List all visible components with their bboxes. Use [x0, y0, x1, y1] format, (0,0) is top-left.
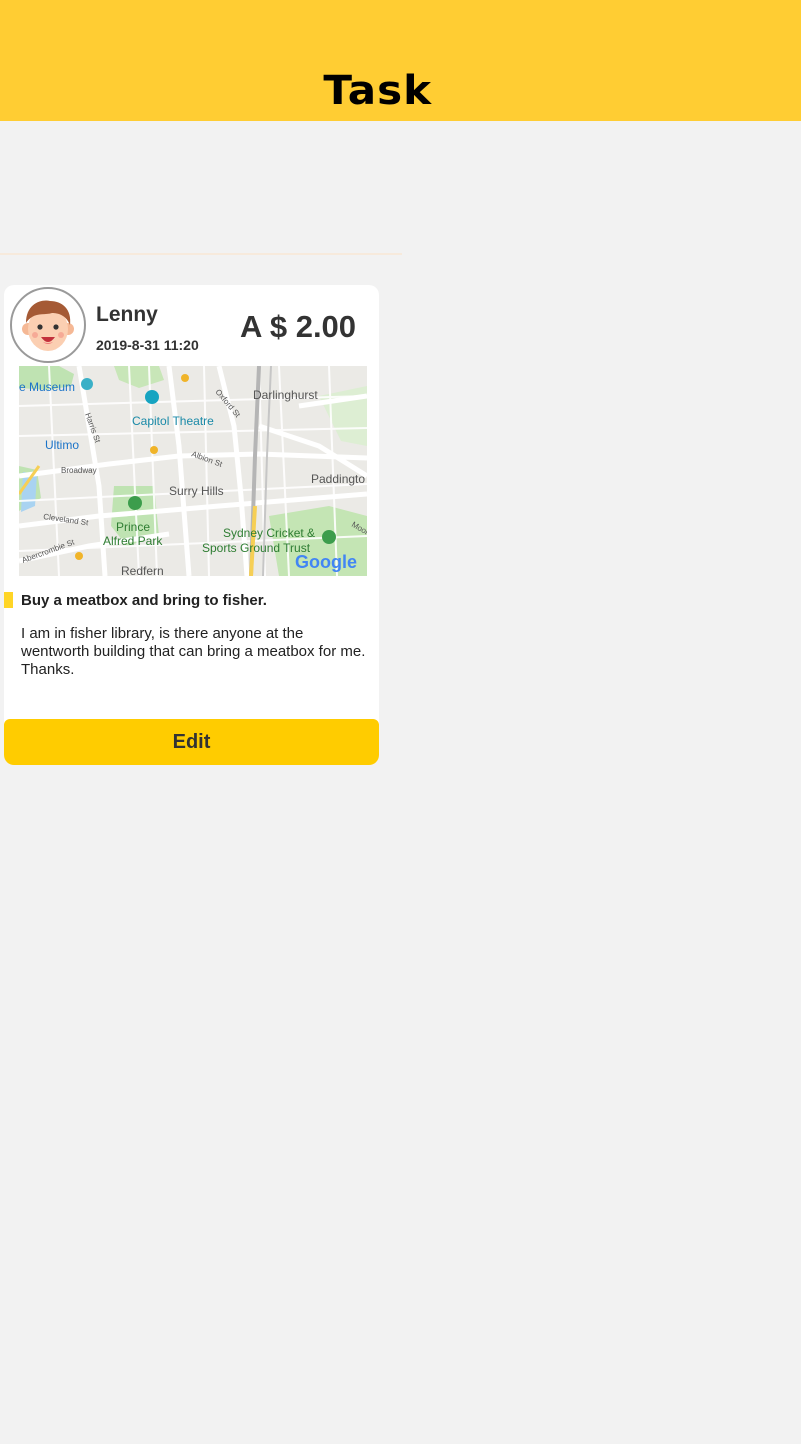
task-timestamp: 2019-8-31 11:20	[96, 337, 199, 353]
map-label-museum: e Museum	[19, 380, 75, 394]
task-card[interactable]: Lenny 2019-8-31 11:20 A $ 2.00 e Museum …	[4, 285, 379, 765]
map-label-surry-hills: Surry Hills	[169, 484, 224, 498]
divider	[0, 253, 402, 255]
map-label-sydney-cricket: Sydney Cricket &	[223, 526, 315, 540]
map-label-prince: Prince	[116, 520, 150, 534]
task-description: I am in fisher library, is there anyone …	[21, 625, 366, 678]
page-title-text: Task	[323, 68, 433, 114]
map-label-alfred-park: Alfred Park	[103, 534, 163, 548]
task-price: A $ 2.00	[240, 309, 357, 344]
map-label-paddington: Paddingto	[311, 472, 365, 486]
user-name: Lenny	[96, 303, 158, 326]
edit-button[interactable]: Edit	[4, 719, 379, 765]
task-location-map[interactable]: e Museum Darlinghurst Capitol Theatre Ox…	[19, 366, 367, 576]
map-label-ultimo: Ultimo	[45, 438, 79, 452]
page-title: Task	[0, 68, 801, 114]
app-header: Task	[0, 0, 801, 121]
map-label-broadway: Broadway	[61, 466, 97, 475]
map-label-darlinghurst: Darlinghurst	[253, 388, 318, 402]
map-label-redfern: Redfern	[121, 564, 164, 576]
title-accent-bar	[4, 592, 13, 608]
map-label-capitol-theatre: Capitol Theatre	[132, 414, 214, 428]
task-title: Buy a meatbox and bring to fisher.	[21, 592, 267, 609]
google-logo: Google	[295, 552, 357, 572]
boy-face-avatar-icon	[10, 287, 86, 363]
